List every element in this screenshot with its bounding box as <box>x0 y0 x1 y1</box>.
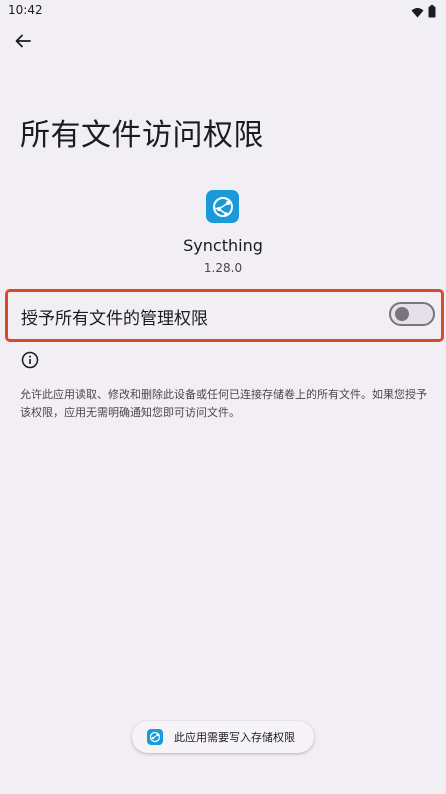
all-files-permission-row[interactable]: 授予所有文件的管理权限 <box>5 289 444 342</box>
info-icon <box>21 351 39 369</box>
toast-text: 此应用需要写入存储权限 <box>174 731 295 744</box>
status-time: 10:42 <box>8 3 43 17</box>
wifi-icon <box>411 3 424 22</box>
syncthing-logo-icon <box>147 729 163 745</box>
permission-description: 允许此应用读取、修改和删除此设备或任何已连接存储卷上的所有文件。如果您授予该权限… <box>20 388 427 419</box>
permission-label: 授予所有文件的管理权限 <box>21 309 208 329</box>
status-icons <box>411 3 436 22</box>
app-version: 1.28.0 <box>203 261 243 275</box>
arrow-back-icon <box>14 32 32 54</box>
permission-toggle[interactable] <box>389 302 435 326</box>
syncthing-logo-icon <box>206 190 239 223</box>
status-bar: 10:42 <box>0 0 446 22</box>
toast-message: 此应用需要写入存储权限 <box>132 721 314 753</box>
toggle-knob <box>395 307 409 321</box>
back-button[interactable] <box>10 30 36 56</box>
battery-icon <box>428 3 436 22</box>
app-name: Syncthing <box>183 236 263 255</box>
page-title: 所有文件访问权限 <box>20 118 264 153</box>
